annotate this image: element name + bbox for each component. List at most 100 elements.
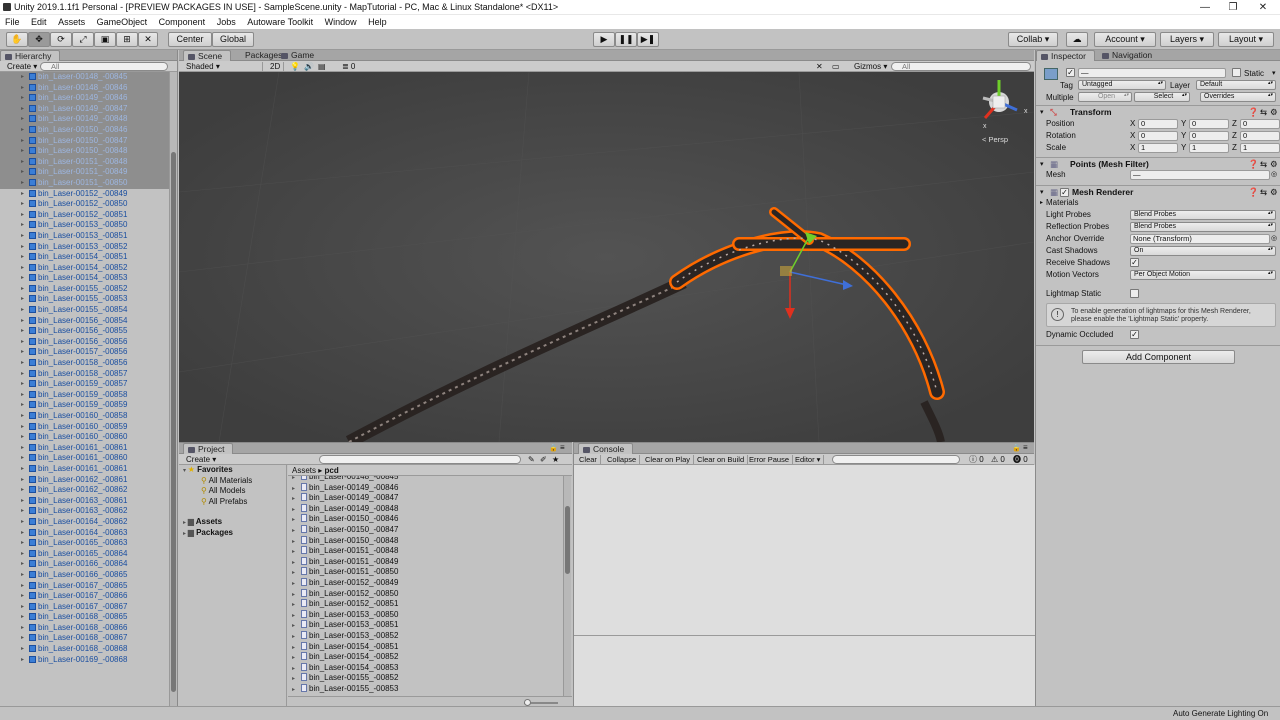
project-menu-icon[interactable]: ≡ (560, 443, 565, 452)
hierarchy-item[interactable]: ▸ bin_Laser-00151_-00848 (0, 156, 169, 168)
hierarchy-item[interactable]: ▸ bin_Laser-00156_-00855 (0, 326, 169, 337)
icon-size-slider-handle[interactable] (524, 699, 531, 706)
expand-arrow-icon[interactable]: ▸ (292, 517, 295, 523)
hierarchy-item[interactable]: ▸ bin_Laser-00157_-00856 (0, 347, 169, 358)
scene-search-input[interactable]: All (891, 62, 1031, 71)
lightmap-static-checkbox[interactable] (1130, 289, 1139, 298)
project-file-item[interactable]: ▸ bin_Laser-00148_-00845 (288, 476, 562, 483)
mesh-renderer-enabled-checkbox[interactable]: ✓ (1060, 188, 1069, 197)
add-component-button[interactable]: Add Component (1082, 350, 1235, 364)
expand-arrow-icon[interactable]: ▸ (21, 146, 24, 157)
expand-arrow-icon[interactable]: ▸ (21, 316, 24, 327)
transform-y-field[interactable]: 1 (1189, 143, 1229, 153)
filter-label-icon[interactable]: ✐ (537, 455, 550, 464)
hierarchy-item[interactable]: ▸ bin_Laser-00168_-00865 (0, 612, 169, 623)
pivot-global-toggle[interactable]: Global (212, 32, 254, 47)
console-detail-area[interactable] (574, 635, 1035, 707)
expand-arrow-icon[interactable]: ▸ (21, 517, 24, 528)
transform-tool-button[interactable]: ⊞ (116, 32, 138, 47)
fav-item-all-prefabs[interactable]: ⚲ All Prefabs (179, 497, 286, 508)
project-lock-icon[interactable]: 🔒 (549, 444, 558, 452)
console-menu-icon[interactable]: ≡ (1023, 443, 1028, 452)
expand-arrow-icon[interactable]: ▸ (21, 390, 24, 401)
rotate-tool-button[interactable]: ⟳ (50, 32, 72, 47)
hierarchy-item[interactable]: ▸ bin_Laser-00165_-00863 (0, 538, 169, 549)
hierarchy-item[interactable]: ▸ bin_Laser-00150_-00846 (0, 124, 169, 136)
transform-header[interactable]: ▾ ⤡ Transform ❓ ⇆ ⚙ (1036, 105, 1280, 118)
expand-arrow-icon[interactable]: ▸ (21, 475, 24, 486)
menu-edit[interactable]: Edit (26, 17, 51, 27)
reflection-probes-dropdown[interactable]: Blend Probes (1130, 222, 1276, 232)
error-count-toggle[interactable]: ⓿ 0 (1010, 455, 1031, 464)
expand-arrow-icon[interactable]: ▸ (21, 411, 24, 422)
scale-tool-button[interactable]: ⤢ (72, 32, 94, 47)
expand-arrow-icon[interactable]: ▸ (292, 486, 295, 492)
menu-autoware-toolkit[interactable]: Autoware Toolkit (242, 17, 317, 27)
transform-y-field[interactable]: 0 (1189, 131, 1229, 141)
layout-dropdown[interactable]: Layout ▾ (1218, 32, 1274, 47)
hierarchy-item[interactable]: ▸ bin_Laser-00148_-00846 (0, 82, 169, 94)
camera-icon[interactable]: ▭ (829, 62, 843, 71)
console-editor-dropdown[interactable]: Editor ▾ (792, 455, 825, 464)
project-search-input[interactable] (319, 455, 521, 464)
expand-arrow-icon[interactable]: ▸ (21, 157, 24, 168)
hierarchy-item[interactable]: ▸ bin_Laser-00164_-00862 (0, 517, 169, 528)
hierarchy-item[interactable]: ▸ bin_Laser-00167_-00865 (0, 581, 169, 592)
hierarchy-item[interactable]: ▸ bin_Laser-00152_-00851 (0, 210, 169, 221)
hierarchy-item[interactable]: ▸ bin_Laser-00156_-00854 (0, 316, 169, 327)
gizmos-dropdown[interactable]: Gizmos ▾ (851, 62, 890, 71)
expand-arrow-icon[interactable]: ▸ (21, 72, 24, 83)
hierarchy-search-input[interactable]: All (40, 62, 168, 71)
dynamic-occluded-checkbox[interactable]: ✓ (1130, 330, 1139, 339)
hierarchy-scroll-thumb[interactable] (171, 152, 176, 692)
expand-arrow-icon[interactable]: ▸ (292, 581, 295, 587)
step-button[interactable]: ▶❚ (637, 32, 659, 47)
project-file-item[interactable]: ▸ bin_Laser-00154_-00852 (288, 652, 562, 663)
console-lock-icon[interactable]: 🔒 (1012, 444, 1021, 452)
light-probes-dropdown[interactable]: Blend Probes (1130, 210, 1276, 220)
transform-z-field[interactable]: 0 (1240, 119, 1280, 129)
hierarchy-item[interactable]: ▸ bin_Laser-00153_-00851 (0, 231, 169, 242)
move-tool-button[interactable]: ✥ (28, 32, 50, 47)
expand-arrow-icon[interactable]: ▸ (21, 591, 24, 602)
fav-item-all-materials[interactable]: ⚲ All Materials (179, 476, 286, 487)
hierarchy-item[interactable]: ▸ bin_Laser-00152_-00849 (0, 189, 169, 200)
assets-folder-item[interactable]: ▸ ▆ Assets (179, 517, 286, 528)
expand-arrow-icon[interactable]: ▸ (21, 125, 24, 136)
project-scroll-thumb[interactable] (565, 506, 570, 574)
favorites-item[interactable]: ▾ ★ Favorites (179, 465, 286, 476)
expand-arrow-icon[interactable]: ▸ (21, 485, 24, 496)
tab-scene[interactable]: Scene (183, 50, 232, 61)
hierarchy-item[interactable]: ▸ bin_Laser-00155_-00853 (0, 294, 169, 305)
project-file-item[interactable]: ▸ bin_Laser-00151_-00849 (288, 556, 562, 568)
image-icon[interactable]: ▤ (315, 62, 329, 71)
menu-file[interactable]: File (0, 17, 24, 27)
expand-arrow-icon[interactable]: ▸ (21, 114, 24, 125)
expand-arrow-icon[interactable]: ▸ (21, 432, 24, 443)
menu-help[interactable]: Help (363, 17, 391, 27)
expand-arrow-icon[interactable]: ▸ (292, 570, 295, 576)
hierarchy-item[interactable]: ▸ bin_Laser-00149_-00847 (0, 103, 169, 115)
prefab-select-button[interactable]: Select (1134, 92, 1190, 102)
console-clear-button[interactable]: Clear (576, 455, 601, 464)
custom-tool-button[interactable]: ✕ (138, 32, 158, 47)
expand-arrow-icon[interactable]: ▸ (292, 645, 295, 651)
hierarchy-item[interactable]: ▸ bin_Laser-00159_-00857 (0, 379, 169, 390)
expand-arrow-icon[interactable]: ▸ (21, 422, 24, 433)
hierarchy-item[interactable]: ▸ bin_Laser-00160_-00858 (0, 411, 169, 422)
hierarchy-item[interactable]: ▸ bin_Laser-00167_-00866 (0, 591, 169, 602)
scene-tools-icon[interactable]: ✕ (813, 62, 826, 71)
menu-assets[interactable]: Assets (53, 17, 89, 27)
hierarchy-item[interactable]: ▸ bin_Laser-00155_-00854 (0, 305, 169, 316)
hierarchy-item[interactable]: ▸ bin_Laser-00162_-00861 (0, 475, 169, 486)
collab-dropdown[interactable]: Collab ▾ (1008, 32, 1058, 47)
menu-jobs[interactable]: Jobs (212, 17, 240, 27)
scene-viewport[interactable]: x x < Persp (179, 72, 1034, 442)
2d-toggle[interactable]: 2D (267, 62, 285, 71)
pivot-center-toggle[interactable]: Center (168, 32, 212, 47)
expand-arrow-icon[interactable]: ▸ (21, 581, 24, 592)
layers-dropdown[interactable]: Layers ▾ (1160, 32, 1214, 47)
hierarchy-create-button[interactable]: Create ▾ (4, 62, 40, 71)
hierarchy-item[interactable]: ▸ bin_Laser-00159_-00858 (0, 390, 169, 401)
expand-arrow-icon[interactable]: ▸ (21, 178, 24, 189)
